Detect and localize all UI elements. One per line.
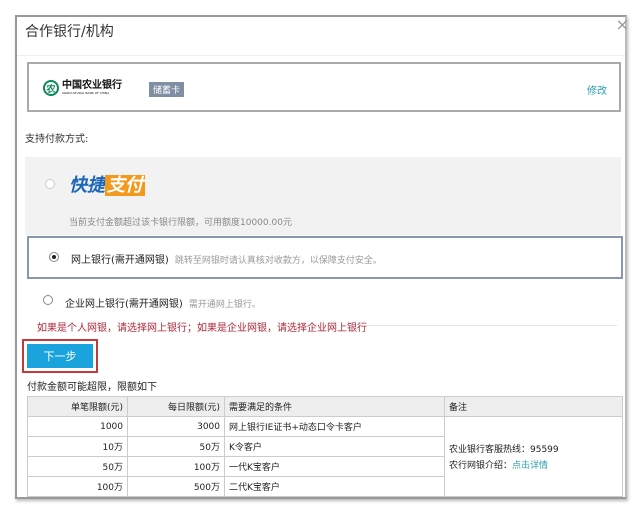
cell: 50万	[27, 456, 128, 477]
abc-logo-icon: 农	[43, 80, 59, 96]
cell: 100万	[127, 456, 225, 477]
online-banking-radio[interactable]	[49, 252, 59, 262]
hotline: 农业银行客服热线：95599	[449, 445, 559, 455]
cell: 网上银行IE证书+动态口令卡客户	[224, 416, 445, 437]
cell: 一代K宝客户	[224, 456, 445, 477]
details-link[interactable]: 点击详情	[512, 461, 548, 471]
quick-pay-note: 当前支付金额超过该卡银行限额，可用额度10000.00元	[69, 218, 292, 228]
selection-tip: 如果是个人网银，请选择网上银行；如果是企业网银，请选择企业网上银行	[37, 323, 367, 334]
selected-bank-card: 农 中国农业银行 AGRICULTURAL BANK OF CHINA 储蓄卡 …	[27, 62, 621, 112]
option-quick-pay: 快捷 支付 当前支付金额超过该卡银行限额，可用额度10000.00元	[25, 157, 621, 235]
online-banking-label: 网上银行(需开通网银)	[71, 255, 169, 266]
divider	[17, 55, 625, 56]
table-row: 1000 3000 网上银行IE证书+动态口令卡客户 农业银行客服热线：9559…	[27, 416, 623, 497]
dialog-title: 合作银行/机构	[25, 24, 114, 40]
payment-dialog: 合作银行/机构 × 农 中国农业银行 AGRICULTURAL BANK OF …	[15, 15, 629, 499]
edit-link[interactable]: 修改	[587, 82, 607, 97]
option-online-banking[interactable]: 网上银行(需开通网银) 跳转至网银时请认真核对收款方，以保障支付安全。	[27, 236, 623, 279]
header-single-limit: 单笔限额(元)	[27, 396, 128, 417]
cell: 500万	[127, 476, 225, 497]
bank-logo: 农 中国农业银行 AGRICULTURAL BANK OF CHINA	[43, 80, 122, 96]
highlight-box: 下一步	[22, 339, 98, 373]
online-banking-note: 跳转至网银时请认真核对收款方，以保障支付安全。	[174, 256, 382, 266]
enterprise-banking-note: 需开通网上银行。	[188, 300, 261, 310]
enterprise-banking-radio[interactable]	[43, 295, 53, 305]
cell: 10万	[27, 436, 128, 457]
quick-pay-radio[interactable]	[45, 179, 55, 189]
next-step-button[interactable]: 下一步	[27, 344, 93, 368]
table-header: 单笔限额(元) 每日限额(元) 需要满足的条件 备注	[27, 396, 623, 417]
cell: K令客户	[224, 436, 445, 457]
option-enterprise-banking[interactable]: 企业网上银行(需开通网银) 需开通网上银行。	[65, 295, 261, 310]
bank-name-en: AGRICULTURAL BANK OF CHINA	[62, 91, 110, 95]
cell: 100万	[27, 476, 128, 497]
limit-table: 单笔限额(元) 每日限额(元) 需要满足的条件 备注 1000 3000 网上银…	[27, 396, 623, 497]
header-remark: 备注	[444, 396, 623, 417]
header-conditions: 需要满足的条件	[224, 396, 445, 417]
remark-cell: 农业银行客服热线：95599 农行网银介绍：点击详情	[444, 416, 623, 497]
bank-name: 中国农业银行	[62, 80, 122, 91]
limit-title: 付款金额可能超限，限额如下	[27, 382, 157, 393]
cell: 3000	[127, 416, 225, 437]
cell: 1000	[27, 416, 128, 437]
card-type-badge: 储蓄卡	[149, 82, 185, 97]
enterprise-banking-label: 企业网上银行(需开通网银)	[65, 299, 183, 310]
close-icon[interactable]: ×	[616, 15, 629, 34]
cell: 二代K宝客户	[224, 476, 445, 497]
support-label: 支持付款方式:	[25, 134, 89, 145]
header-daily-limit: 每日限额(元)	[127, 396, 225, 417]
cell: 50万	[127, 436, 225, 457]
intro-label: 农行网银介绍：	[449, 461, 513, 471]
quick-pay-logo: 快捷 支付	[69, 175, 145, 196]
divider	[367, 325, 617, 326]
